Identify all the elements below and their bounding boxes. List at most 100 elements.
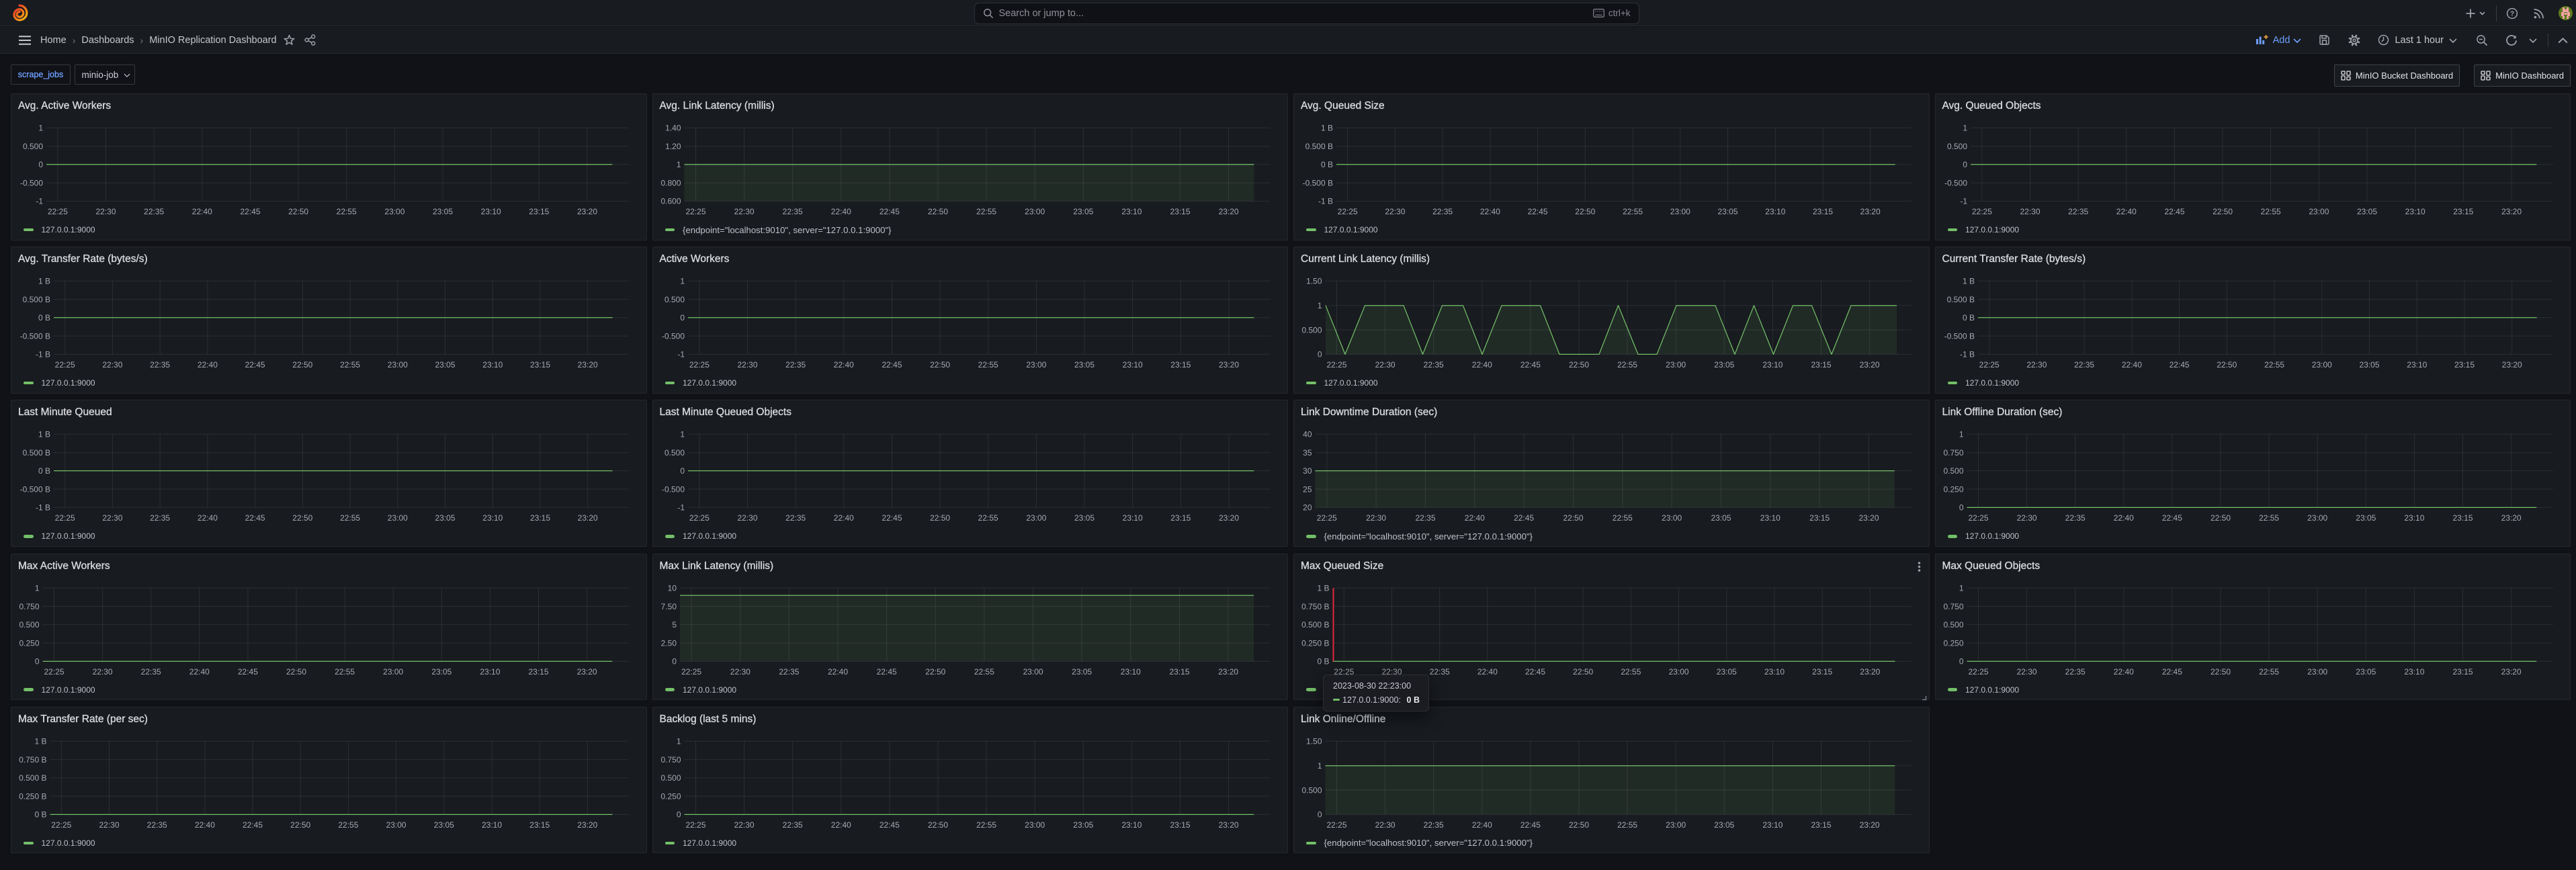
svg-text:0.500: 0.500 — [1943, 620, 1963, 629]
svg-text:22:55: 22:55 — [1617, 820, 1637, 830]
svg-text:22:50: 22:50 — [1573, 666, 1593, 676]
svg-text:23:15: 23:15 — [1811, 360, 1831, 369]
svg-text:1: 1 — [680, 277, 685, 286]
svg-text:22:50: 22:50 — [292, 360, 312, 369]
svg-text:35: 35 — [1303, 448, 1312, 458]
svg-text:22:30: 22:30 — [2016, 513, 2036, 523]
svg-text:22:25: 22:25 — [685, 820, 705, 830]
svg-text:23:10: 23:10 — [1121, 207, 1142, 216]
svg-text:0: 0 — [1318, 810, 1322, 819]
svg-text:23:20: 23:20 — [1218, 513, 1238, 523]
svg-text:0.750 B: 0.750 B — [1301, 601, 1329, 611]
svg-text:22:50: 22:50 — [930, 360, 950, 369]
svg-text:22:30: 22:30 — [2016, 666, 2036, 676]
svg-text:22:45: 22:45 — [876, 666, 896, 676]
svg-text:0.750: 0.750 — [19, 601, 39, 611]
svg-text:23:10: 23:10 — [1762, 820, 1783, 830]
svg-text:-0.500 B: -0.500 B — [1944, 332, 1974, 341]
svg-text:23:10: 23:10 — [2405, 207, 2425, 216]
svg-text:0: 0 — [1959, 503, 1963, 513]
svg-text:23:10: 23:10 — [480, 666, 500, 676]
svg-text:23:15: 23:15 — [529, 207, 549, 216]
svg-text:0.600: 0.600 — [660, 197, 681, 206]
svg-text:22:40: 22:40 — [2113, 513, 2133, 523]
svg-text:23:15: 23:15 — [1809, 513, 1830, 523]
svg-text:22:40: 22:40 — [1472, 360, 1492, 369]
svg-text:22:35: 22:35 — [785, 513, 806, 523]
svg-text:23:05: 23:05 — [431, 666, 452, 676]
svg-text:1 B: 1 B — [1962, 277, 1974, 286]
svg-text:23:15: 23:15 — [2452, 513, 2473, 523]
svg-text:22:45: 22:45 — [2161, 513, 2182, 523]
svg-text:22:45: 22:45 — [2161, 666, 2182, 676]
svg-text:1: 1 — [676, 736, 681, 746]
svg-text:0: 0 — [680, 466, 685, 476]
svg-text:22:40: 22:40 — [189, 666, 210, 676]
svg-text:23:15: 23:15 — [1170, 207, 1190, 216]
svg-text:23:00: 23:00 — [388, 513, 408, 523]
svg-text:0.750 B: 0.750 B — [19, 755, 46, 765]
svg-text:0.500 B: 0.500 B — [1946, 295, 1974, 304]
svg-text:22:25: 22:25 — [1338, 207, 1358, 216]
svg-text:22:35: 22:35 — [1432, 207, 1453, 216]
svg-text:22:55: 22:55 — [974, 666, 994, 676]
svg-text:1.40: 1.40 — [665, 124, 681, 133]
svg-text:22:55: 22:55 — [338, 820, 358, 830]
svg-text:22:50: 22:50 — [2217, 360, 2237, 369]
svg-text:22:30: 22:30 — [1366, 513, 1386, 523]
svg-text:23:10: 23:10 — [482, 820, 502, 830]
svg-text:-1: -1 — [677, 503, 685, 513]
svg-text:22:50: 22:50 — [286, 666, 306, 676]
svg-text:22:55: 22:55 — [2264, 360, 2284, 369]
svg-text:22:55: 22:55 — [1613, 513, 1633, 523]
svg-text:22:55: 22:55 — [976, 207, 996, 216]
svg-text:22:35: 22:35 — [2065, 666, 2085, 676]
svg-text:22:30: 22:30 — [1375, 360, 1396, 369]
svg-text:23:10: 23:10 — [2407, 360, 2427, 369]
svg-text:22:35: 22:35 — [150, 360, 170, 369]
svg-text:0: 0 — [676, 810, 681, 819]
svg-text:22:50: 22:50 — [2210, 666, 2230, 676]
svg-text:0.750: 0.750 — [660, 755, 681, 765]
svg-text:22:50: 22:50 — [2213, 207, 2233, 216]
svg-text:-1 B: -1 B — [1318, 197, 1333, 206]
svg-text:22:25: 22:25 — [689, 360, 709, 369]
svg-text:22:35: 22:35 — [1415, 513, 1435, 523]
svg-text:22:35: 22:35 — [1430, 666, 1450, 676]
svg-text:22:45: 22:45 — [879, 820, 899, 830]
svg-text:0: 0 — [672, 656, 677, 666]
svg-text:22:55: 22:55 — [1623, 207, 1643, 216]
svg-text:23:00: 23:00 — [1670, 207, 1690, 216]
svg-text:22:40: 22:40 — [195, 820, 215, 830]
svg-text:0.750: 0.750 — [1943, 448, 1963, 458]
svg-text:1: 1 — [1318, 301, 1322, 310]
svg-text:23:20: 23:20 — [1858, 513, 1879, 523]
svg-text:22:45: 22:45 — [882, 360, 902, 369]
svg-text:23:10: 23:10 — [482, 360, 503, 369]
svg-text:22:30: 22:30 — [1375, 820, 1396, 830]
svg-text:22:35: 22:35 — [2068, 207, 2088, 216]
svg-text:22:40: 22:40 — [1465, 513, 1485, 523]
svg-text:23:15: 23:15 — [1811, 820, 1831, 830]
svg-text:22:40: 22:40 — [198, 360, 218, 369]
svg-text:22:35: 22:35 — [785, 360, 806, 369]
svg-text:0.500: 0.500 — [19, 620, 39, 629]
svg-text:23:10: 23:10 — [1760, 513, 1780, 523]
svg-text:22:35: 22:35 — [782, 207, 802, 216]
svg-text:22:45: 22:45 — [1525, 666, 1545, 676]
svg-text:22:40: 22:40 — [1480, 207, 1500, 216]
svg-text:23:20: 23:20 — [1860, 207, 1881, 216]
svg-text:22:25: 22:25 — [55, 513, 75, 523]
svg-text:22:25: 22:25 — [685, 207, 705, 216]
svg-text:23:05: 23:05 — [1074, 360, 1094, 369]
svg-text:22:50: 22:50 — [1563, 513, 1583, 523]
svg-text:23:20: 23:20 — [2501, 513, 2521, 523]
svg-text:-1: -1 — [36, 197, 43, 206]
svg-text:23:15: 23:15 — [530, 513, 550, 523]
svg-text:1 B: 1 B — [38, 430, 50, 439]
svg-text:-1 B: -1 B — [36, 350, 50, 359]
svg-text:22:25: 22:25 — [1326, 360, 1346, 369]
svg-text:22:25: 22:25 — [1971, 207, 1991, 216]
svg-text:22:40: 22:40 — [2113, 666, 2133, 676]
svg-text:22:30: 22:30 — [730, 666, 750, 676]
